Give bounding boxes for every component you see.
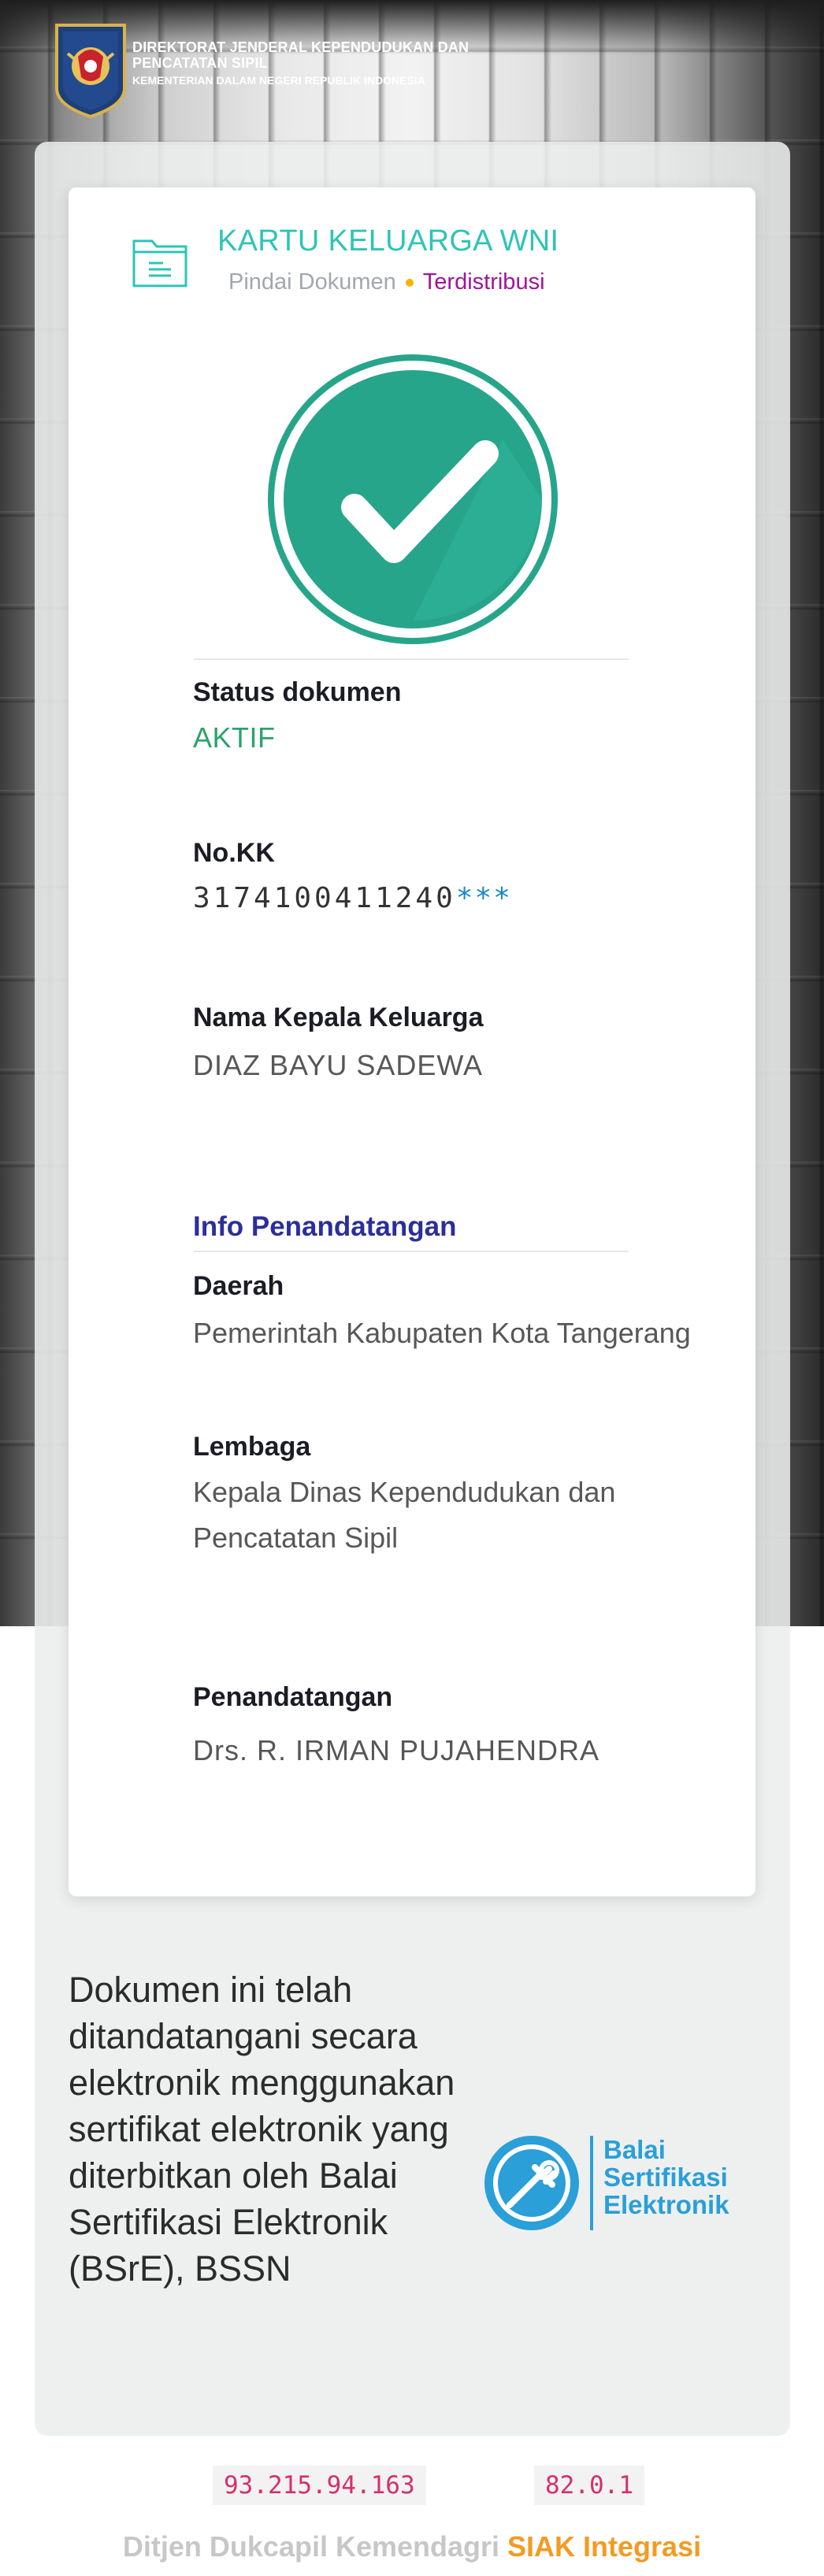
footer-agency: Ditjen Dukcapil Kemendagri xyxy=(122,2530,500,2563)
bsre-logo-line3: Elektronik xyxy=(603,2190,729,2219)
agency-value-line2: Pencatatan Sipil xyxy=(193,1522,399,1554)
kk-number-label: No.KK xyxy=(193,838,275,868)
agency-value-line1: Kepala Dinas Kependudukan dan xyxy=(193,1476,616,1508)
distribution-status: Terdistribusi xyxy=(422,269,545,295)
version-badge: 82.0.1 xyxy=(534,2466,644,2505)
garuda-emblem-icon xyxy=(52,22,129,120)
status-value: AKTIF xyxy=(193,721,276,754)
header: DIREKTORAT JENDERAL KEPENDUDUKAN DAN PEN… xyxy=(52,22,469,124)
footer-credit: Ditjen Dukcapil Kemendagri SIAK Integras… xyxy=(0,2530,824,2563)
org-name-line2: PENCATATAN SIPIL xyxy=(132,55,268,71)
divider xyxy=(194,658,629,660)
bsre-logo-line2: Sertifikasi xyxy=(603,2163,728,2192)
family-head-value: DIAZ BAYU SADEWA xyxy=(193,1049,484,1081)
signer-value: Drs. R. IRMAN PUJAHENDRA xyxy=(193,1734,600,1766)
signing-divider xyxy=(194,1251,629,1252)
kk-number-digits: 3174100411240 xyxy=(193,882,456,914)
region-value: Pemerintah Kabupaten Kota Tangerang xyxy=(193,1317,691,1349)
agency-label: Lembaga xyxy=(193,1432,311,1462)
footer-system-link[interactable]: SIAK Integrasi xyxy=(507,2530,701,2563)
org-name-line1: DIREKTORAT JENDERAL KEPENDUDUKAN DAN xyxy=(132,39,470,55)
family-head-label: Nama Kepala Keluarga xyxy=(193,1003,484,1032)
ministry-name: KEMENTERIAN DALAM NEGERI REPUBLIK INDONE… xyxy=(132,74,425,87)
document-icon xyxy=(132,236,188,288)
document-status-line: Pindai Dokumen Terdistribusi xyxy=(228,269,545,295)
region-label: Daerah xyxy=(193,1271,284,1301)
kk-number-mask: *** xyxy=(455,882,512,914)
status-label: Status dokumen xyxy=(193,677,402,707)
bsre-logo-text: Balai Sertifikasi Elektronik xyxy=(603,2136,729,2218)
signing-info-title: Info Penandatangan xyxy=(193,1211,457,1242)
ip-address-badge: 93.215.94.163 xyxy=(213,2466,426,2505)
esign-statement: Dokumen ini telah ditandatangani secara … xyxy=(69,1970,455,2289)
document-title: KARTU KELUARGA WNI xyxy=(217,224,559,258)
kk-number-value: 3174100411240*** xyxy=(193,882,512,914)
check-icon xyxy=(266,353,559,646)
scan-document-label: Pindai Dokumen xyxy=(228,269,396,295)
signer-label: Penandatangan xyxy=(193,1682,393,1712)
status-dot-icon xyxy=(405,279,414,287)
bsre-logo-line1: Balai xyxy=(603,2135,666,2164)
